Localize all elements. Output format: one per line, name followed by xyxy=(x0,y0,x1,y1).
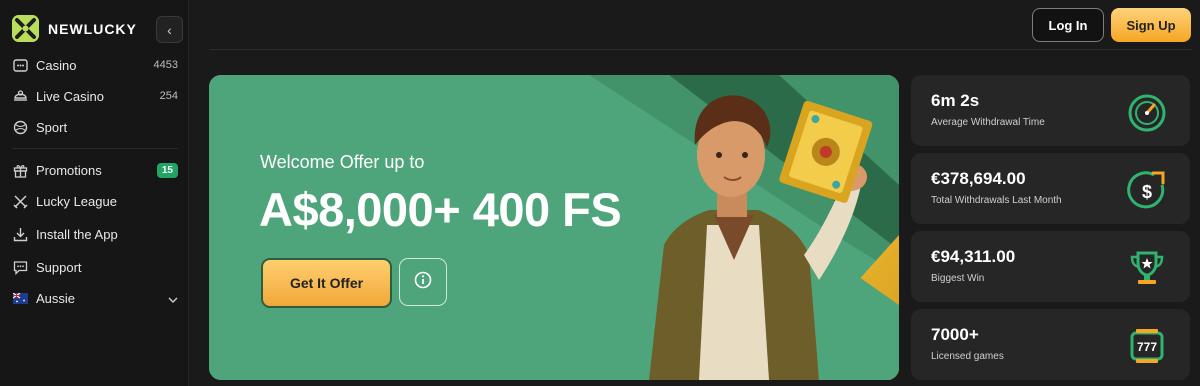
svg-text:$: $ xyxy=(1142,182,1152,202)
chevron-down-icon xyxy=(168,291,178,306)
stat-card-licensed-games: 7000+ Licensed games 777 xyxy=(911,309,1190,380)
explorer-character-image xyxy=(649,95,873,380)
slot-777-icon: 777 xyxy=(1130,329,1164,363)
stat-label: Licensed games xyxy=(931,351,1004,362)
dollar-up-icon: $ xyxy=(1127,171,1165,209)
sidebar-item-sport[interactable]: Sport xyxy=(12,116,178,138)
australia-flag-icon xyxy=(12,290,28,306)
stat-card-biggest-win: €94,311.00 Biggest Win xyxy=(911,231,1190,302)
info-icon xyxy=(414,271,432,294)
live-dealer-icon xyxy=(12,88,28,104)
slot-machine-icon xyxy=(12,57,28,73)
sidebar: NEWLUCKY ‹ Casino 4453 Live Casino 254 S… xyxy=(0,0,189,386)
sidebar-item-label: Live Casino xyxy=(36,88,104,104)
stat-value: €94,311.00 xyxy=(931,247,1016,266)
collapse-sidebar-button[interactable]: ‹ xyxy=(156,16,183,43)
offer-headline: A$8,000+ 400 FS xyxy=(259,183,622,236)
sidebar-item-label: Lucky League xyxy=(36,193,117,209)
download-icon xyxy=(12,226,28,242)
sidebar-item-label: Casino xyxy=(36,57,77,73)
welcome-offer-banner[interactable]: Welcome Offer up to A$8,000+ 400 FS Get … xyxy=(209,75,899,380)
svg-text:777: 777 xyxy=(1137,340,1157,354)
brand-name: NEWLUCKY xyxy=(48,20,137,37)
chat-icon xyxy=(12,259,28,275)
stat-value: €378,694.00 xyxy=(931,169,1026,188)
header-divider xyxy=(210,49,1192,50)
sidebar-divider xyxy=(12,148,178,149)
crossed-swords-icon xyxy=(12,193,28,209)
sidebar-item-lucky-league[interactable]: Lucky League xyxy=(12,190,178,212)
sidebar-item-label: Support xyxy=(36,259,82,275)
signup-button[interactable]: Sign Up xyxy=(1111,8,1191,42)
game-count: 254 xyxy=(159,90,178,102)
stat-label: Biggest Win xyxy=(931,273,985,284)
offer-info-button[interactable] xyxy=(399,258,447,306)
stat-label: Average Withdrawal Time xyxy=(931,117,1045,128)
sidebar-item-support[interactable]: Support xyxy=(12,256,178,278)
sidebar-item-casino[interactable]: Casino 4453 xyxy=(12,54,178,76)
stopwatch-icon xyxy=(1128,94,1166,132)
sidebar-item-promotions[interactable]: Promotions 15 xyxy=(12,159,178,181)
login-button[interactable]: Log In xyxy=(1032,8,1104,42)
sports-ball-icon xyxy=(12,119,28,135)
get-offer-button[interactable]: Get It Offer xyxy=(261,258,392,308)
stat-value: 6m 2s xyxy=(931,91,980,110)
stat-card-total-withdrawals: €378,694.00 Total Withdrawals Last Month… xyxy=(911,153,1190,224)
language-label: Aussie xyxy=(36,290,76,306)
sidebar-item-live-casino[interactable]: Live Casino 254 xyxy=(12,85,178,107)
game-count: 4453 xyxy=(153,59,178,71)
chevron-left-icon: ‹ xyxy=(167,21,172,38)
sidebar-item-label: Sport xyxy=(36,119,68,135)
stat-value: 7000+ xyxy=(931,325,979,344)
welcome-offer-text: Welcome Offer up to xyxy=(260,152,425,172)
stat-card-withdrawal-time: 6m 2s Average Withdrawal Time xyxy=(911,75,1190,146)
promotions-count-badge: 15 xyxy=(156,162,178,178)
gift-icon xyxy=(12,162,28,178)
stat-label: Total Withdrawals Last Month xyxy=(931,195,1062,206)
sidebar-item-label: Install the App xyxy=(36,226,118,242)
logo[interactable]: NEWLUCKY xyxy=(12,15,137,42)
language-selector[interactable]: Aussie xyxy=(12,287,178,309)
newlucky-logo-icon xyxy=(12,15,39,42)
trophy-icon xyxy=(1130,251,1164,284)
sidebar-item-label: Promotions xyxy=(36,162,102,178)
sidebar-item-install-app[interactable]: Install the App xyxy=(12,223,178,245)
